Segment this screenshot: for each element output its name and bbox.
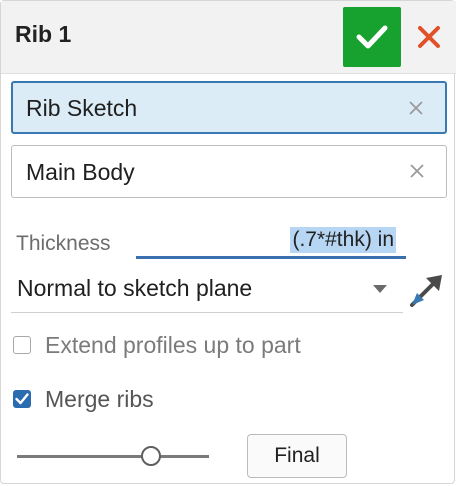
slider-track — [17, 455, 209, 458]
direction-dropdown[interactable]: Normal to sketch plane — [11, 267, 403, 313]
slider-thumb[interactable] — [141, 446, 162, 466]
direction-value: Normal to sketch plane — [17, 275, 253, 301]
extend-profiles-box[interactable] — [13, 336, 31, 354]
main-body-label: Main Body — [26, 159, 135, 185]
accept-button[interactable] — [343, 7, 401, 67]
extend-profiles-checkbox[interactable]: Extend profiles up to part — [13, 332, 353, 362]
rib-sketch-selection-field[interactable]: Rib Sketch — [11, 81, 447, 134]
merge-ribs-checkbox[interactable]: Merge ribs — [13, 386, 183, 416]
dialog-title: Rib 1 — [15, 21, 72, 47]
thickness-label: Thickness — [16, 232, 111, 255]
checkmark-icon — [356, 25, 388, 49]
main-body-selection-field[interactable]: Main Body — [11, 145, 447, 198]
cancel-button[interactable] — [409, 15, 449, 59]
close-x-icon — [418, 26, 440, 48]
thickness-value: (.7*#thk) in — [290, 227, 396, 253]
chevron-down-icon — [373, 285, 387, 293]
rib-sketch-label: Rib Sketch — [26, 95, 138, 121]
merge-ribs-label: Merge ribs — [45, 386, 154, 412]
clear-x-icon[interactable] — [405, 96, 427, 120]
extend-profiles-label: Extend profiles up to part — [45, 332, 301, 358]
thickness-input[interactable]: (.7*#thk) in — [136, 225, 406, 259]
checkmark-icon — [15, 393, 29, 405]
clear-x-icon[interactable] — [406, 159, 428, 183]
merge-ribs-box[interactable] — [13, 390, 31, 408]
flip-direction-arrow-icon[interactable] — [406, 269, 448, 311]
rollback-slider[interactable] — [17, 441, 209, 471]
rib-feature-dialog: Rib 1 Rib Sketch Main Body Thickness (.7… — [0, 0, 456, 484]
final-button[interactable]: Final — [247, 434, 347, 478]
dialog-header: Rib 1 — [1, 1, 456, 74]
